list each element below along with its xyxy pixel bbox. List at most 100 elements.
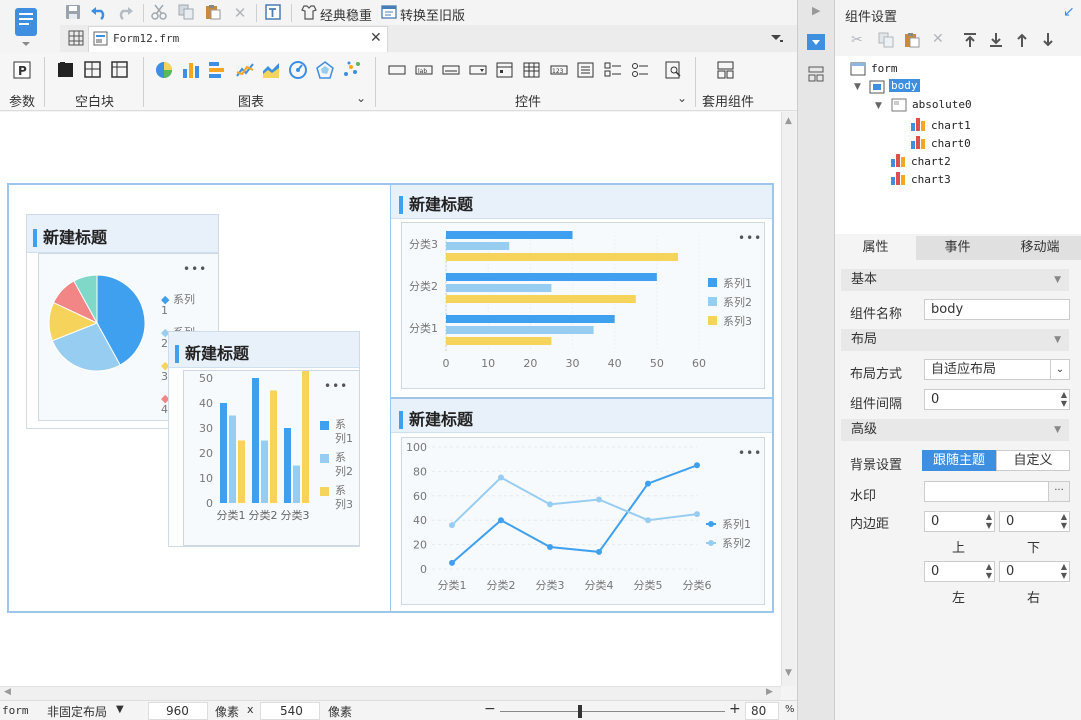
scroll-up-icon[interactable]: ▲ (785, 116, 792, 126)
pie-icon[interactable] (155, 61, 173, 79)
zoom-out-icon[interactable]: − (484, 701, 496, 717)
hbar-chart-area[interactable]: ••• 0 10 20 30 40 50 60 分类1 分类2 分类3 系列1 系列2 系列3 (401, 222, 765, 389)
height-input[interactable]: 540 (260, 702, 320, 720)
padding-right-spinner[interactable]: 0 ▲ ▼ (999, 561, 1070, 582)
layout-mode-select[interactable]: 非固定布局 (47, 703, 107, 720)
suite-icon[interactable] (717, 61, 735, 79)
paste-icon[interactable] (904, 32, 920, 51)
radio-icon[interactable] (631, 61, 649, 79)
spinner-arrows-icon[interactable]: ▲ ▼ (1061, 512, 1067, 530)
number-icon[interactable]: 123 (550, 61, 568, 79)
move-down-icon[interactable] (1041, 32, 1055, 51)
chevron-down-icon[interactable]: ▼ (1054, 329, 1061, 351)
delete-icon[interactable]: ✕ (932, 31, 944, 47)
zoom-slider-track[interactable] (500, 711, 725, 712)
settings-panel-toggle-icon[interactable] (807, 34, 825, 50)
move-up-icon[interactable] (1015, 32, 1029, 51)
chevron-down-icon[interactable]: ⌄ (356, 91, 366, 105)
width-input[interactable]: 960 (148, 702, 208, 720)
tab-properties[interactable]: 属性 (835, 236, 916, 260)
scroll-down-icon[interactable]: ▼ (785, 668, 792, 678)
tree-expand-icon[interactable]: ▼ (875, 101, 882, 111)
cut-icon[interactable]: ✂ (851, 32, 863, 48)
collapse-icon[interactable]: ↙ (1063, 4, 1075, 20)
padding-left-spinner[interactable]: 0 ▲ ▼ (924, 561, 995, 582)
combo-icon[interactable] (469, 61, 487, 79)
legend-item[interactable]: ◆ 系列1 (161, 294, 201, 316)
save-icon[interactable] (64, 4, 82, 22)
theme-icon[interactable] (300, 4, 318, 22)
combo-icon[interactable] (442, 61, 460, 79)
date-icon[interactable] (496, 61, 514, 79)
switch-icon[interactable] (380, 4, 398, 22)
padding-top-spinner[interactable]: 0 ▲ ▼ (924, 511, 995, 532)
delete-icon[interactable]: ✕ (231, 4, 249, 22)
chevron-down-icon[interactable]: ▼ (1054, 419, 1061, 441)
caret-down-icon[interactable]: ▼ (116, 704, 124, 715)
menu-icon[interactable] (770, 31, 784, 48)
switch-old-version-button[interactable]: 转换至旧版 (400, 5, 465, 24)
move-bottom-icon[interactable] (989, 32, 1003, 51)
text-icon[interactable] (388, 61, 406, 79)
move-top-icon[interactable] (963, 32, 977, 51)
checkbox-icon[interactable] (604, 61, 622, 79)
grid-icon[interactable] (68, 30, 84, 49)
copy-icon[interactable] (878, 32, 894, 51)
zoom-in-icon[interactable]: + (729, 701, 741, 717)
blank-icon[interactable] (111, 61, 129, 79)
scroll-right-icon[interactable]: ▶ (766, 687, 773, 697)
layout-panel-icon[interactable] (808, 66, 824, 85)
line-icon[interactable] (236, 61, 254, 79)
chart1-widget[interactable]: 新建标题 ••• 0 10 20 30 40 50 分类1 分类2 分类3 系列1 系列2 系列3 (168, 331, 360, 547)
label-icon[interactable]: lab (415, 61, 433, 79)
section-advanced[interactable]: 高级 ▼ (841, 419, 1069, 441)
chevron-down-icon[interactable]: ▼ (1054, 269, 1061, 291)
classic-theme-button[interactable]: 经典稳重 (320, 5, 372, 24)
blank-icon[interactable] (84, 61, 102, 79)
redo-icon[interactable] (116, 4, 134, 22)
padding-bottom-spinner[interactable]: 0 ▲ ▼ (999, 511, 1070, 532)
layout-mode-select[interactable]: 自适应布局 ⌄ (924, 359, 1070, 380)
search-icon[interactable] (665, 61, 683, 79)
chevron-down-icon[interactable]: ⌄ (1050, 360, 1069, 379)
design-canvas[interactable]: 新建标题 ••• ◆ 系列1 ◆ 系列2 ◆ 系列3 ◆ 系列4 新建标题 ••… (0, 112, 781, 686)
logo-icon[interactable] (10, 5, 42, 47)
cut-icon[interactable] (150, 4, 168, 22)
gauge-icon[interactable] (289, 61, 307, 79)
bg-custom-button[interactable]: 自定义 (996, 450, 1070, 471)
chart3-widget[interactable]: 新建标题 ••• 0 20 40 60 80 100 分类1 分类2 分类3 分类4 分类5 分类6 系… (391, 399, 772, 611)
component-name-input[interactable]: body (924, 299, 1070, 320)
map-icon[interactable] (262, 61, 280, 79)
spinner-arrows-icon[interactable]: ▲ ▼ (986, 512, 992, 530)
paste-icon[interactable] (204, 4, 222, 22)
horizontal-scrollbar[interactable]: ◀ ▶ (0, 686, 781, 700)
watermark-input[interactable] (924, 481, 1049, 502)
template-icon[interactable] (264, 4, 282, 22)
radar-icon[interactable] (316, 61, 334, 79)
watermark-browse-button[interactable]: ··· (1048, 481, 1070, 502)
blank-icon[interactable] (57, 61, 75, 79)
table-icon[interactable] (523, 61, 541, 79)
scatter-icon[interactable] (343, 61, 361, 79)
bg-follow-theme-button[interactable]: 跟随主题 (922, 450, 996, 471)
param-icon[interactable]: P (13, 61, 31, 79)
bar-icon[interactable] (182, 61, 200, 79)
chevron-down-icon[interactable]: ⌄ (677, 91, 687, 105)
chart2-widget[interactable]: 新建标题 ••• 0 10 20 30 40 50 60 分类1 分类2 分类3 系列1 系列2 系列3 (391, 185, 772, 397)
copy-icon[interactable] (177, 4, 195, 22)
spinner-arrows-icon[interactable]: ▲ ▼ (1061, 562, 1067, 580)
tab-form12[interactable]: Form12.frm ✕ (88, 26, 388, 52)
zoom-slider-thumb[interactable] (578, 705, 582, 718)
expand-icon[interactable]: ▶ (812, 4, 820, 17)
scroll-left-icon[interactable]: ◀ (4, 687, 11, 697)
bar-chart-area[interactable]: ••• 0 10 20 30 40 50 分类1 分类2 分类3 系列1 系列2 系列3 (183, 370, 360, 546)
tree-expand-icon[interactable]: ▼ (854, 82, 861, 92)
line-chart-area[interactable]: ••• 0 20 40 60 80 100 分类1 分类2 分类3 分类4 分类5 分类6 系列1 系列2 (401, 437, 765, 605)
bar-icon[interactable] (208, 61, 226, 79)
spinner-arrows-icon[interactable]: ▲ ▼ (1061, 390, 1067, 408)
vertical-scrollbar[interactable]: ▲ ▼ (781, 112, 796, 686)
close-icon[interactable]: ✕ (370, 30, 382, 46)
spacing-spinner[interactable]: 0 ▲ ▼ (924, 389, 1070, 410)
tab-events[interactable]: 事件 (917, 236, 998, 260)
zoom-input[interactable]: 80 (745, 702, 779, 720)
